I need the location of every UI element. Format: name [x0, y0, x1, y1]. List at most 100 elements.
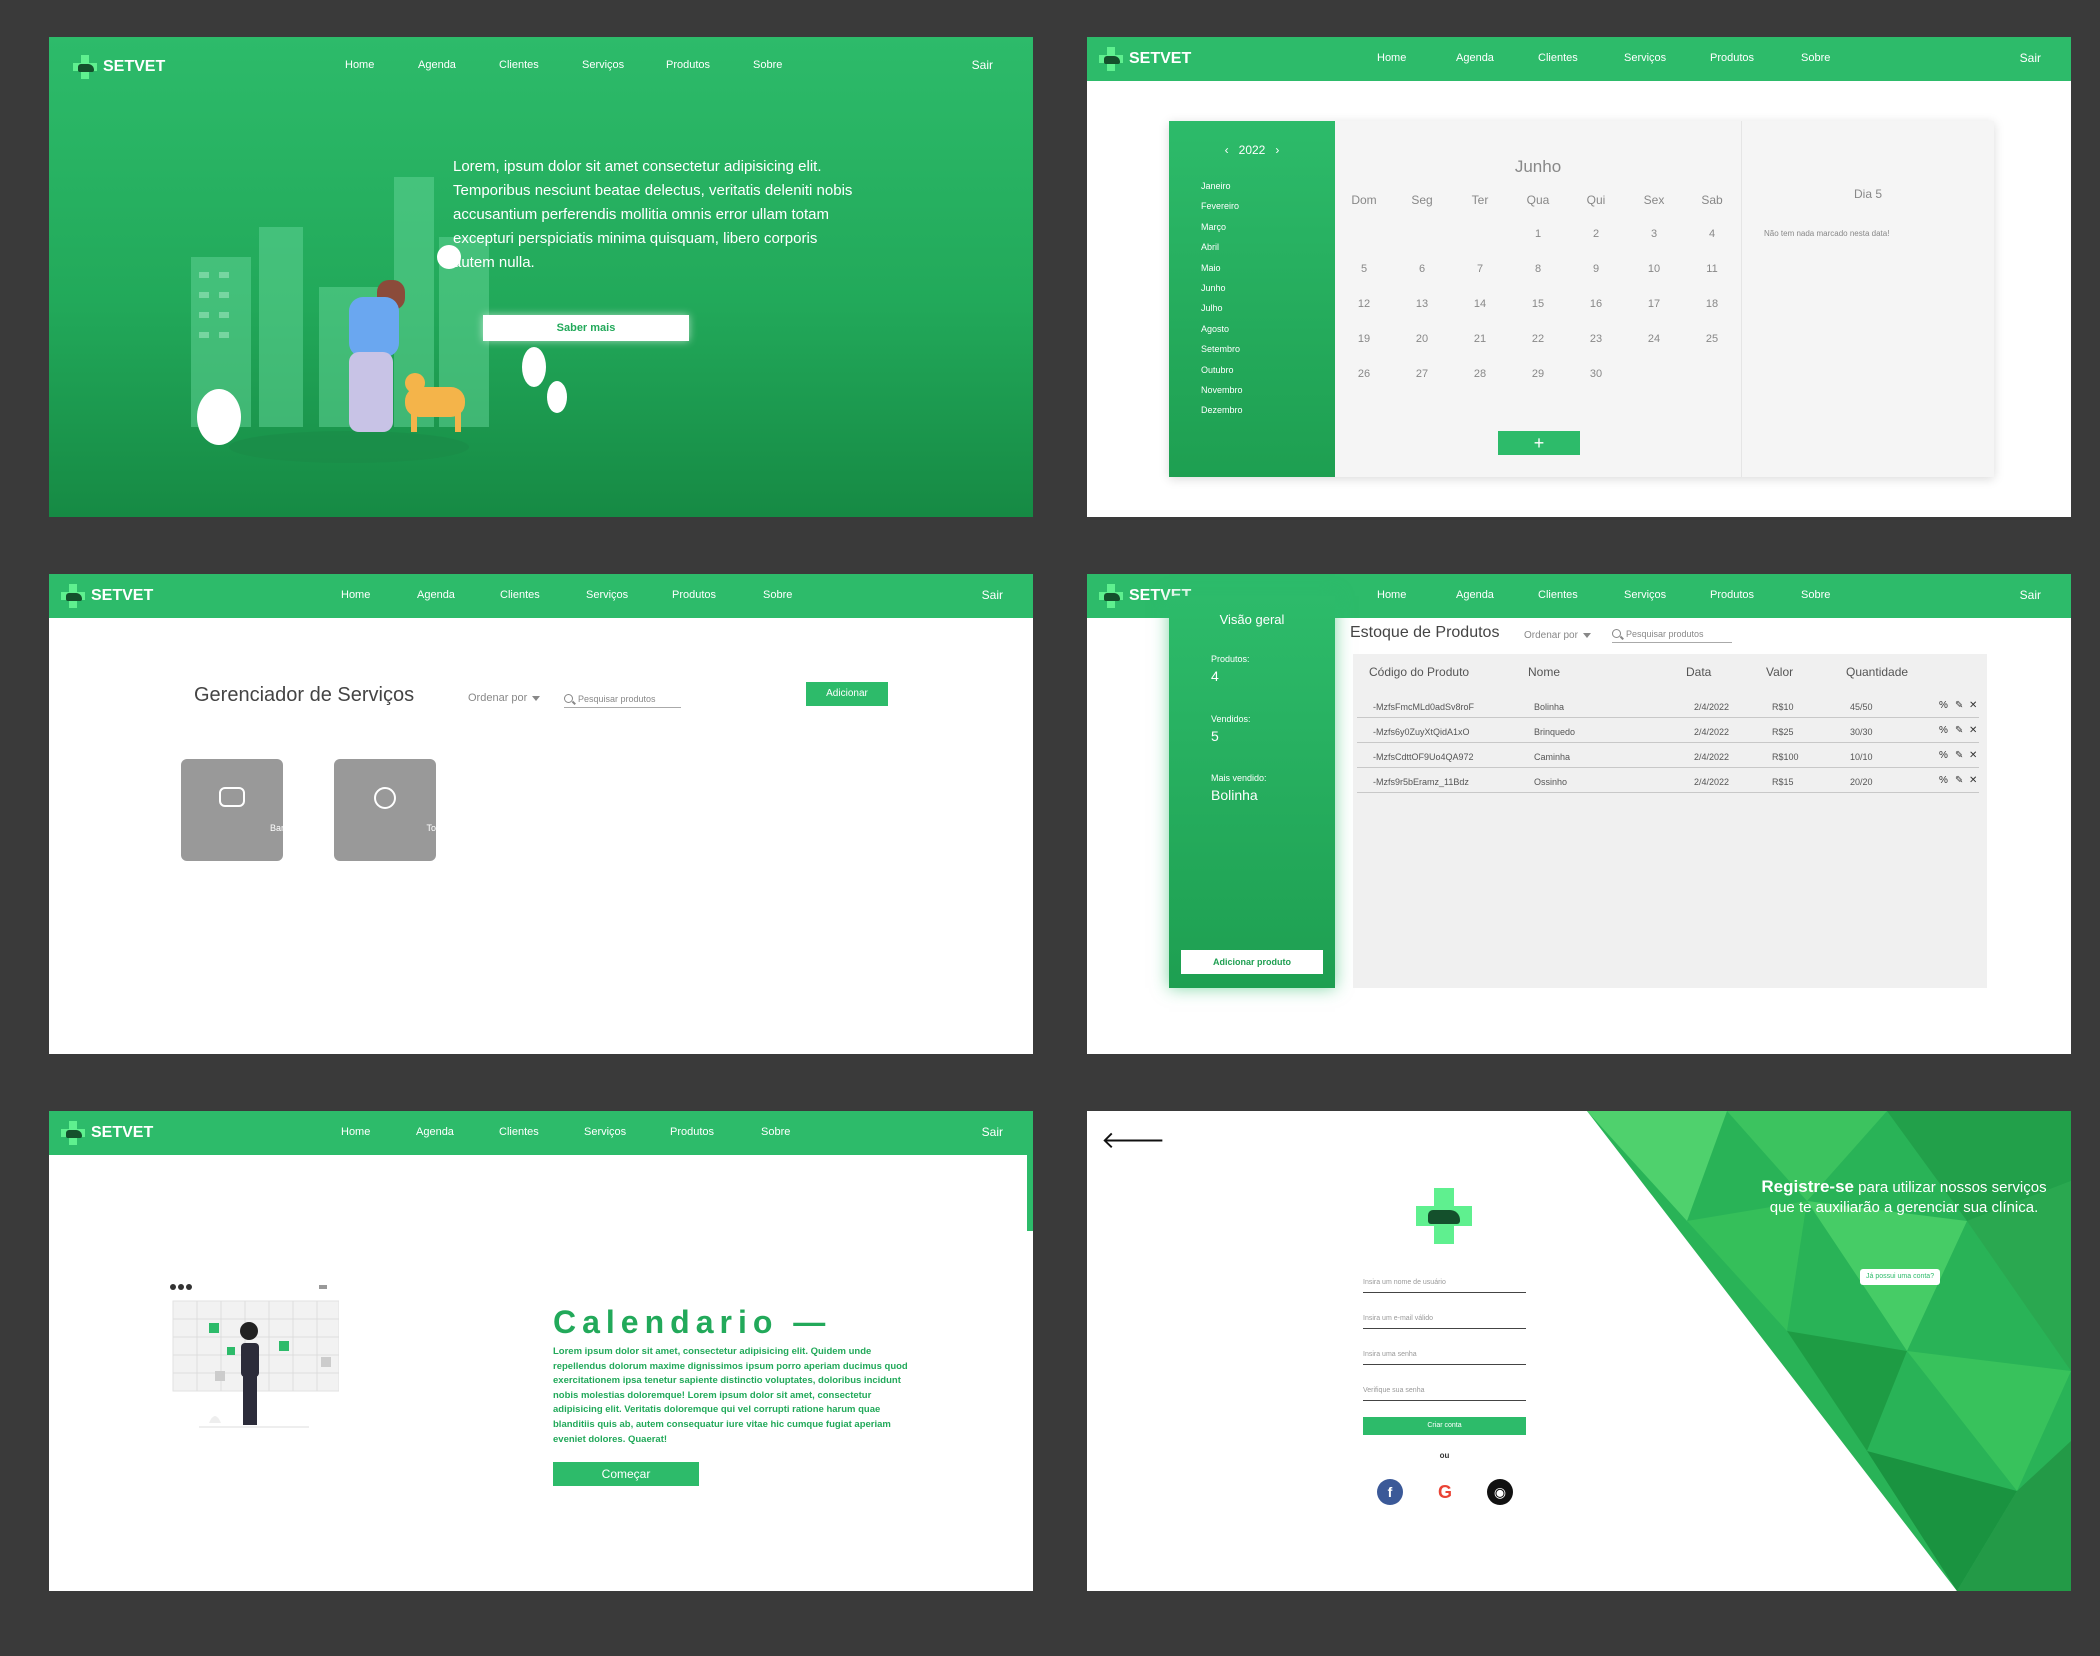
delete-icon[interactable]: ✕	[1969, 750, 1977, 761]
password-field[interactable]: Insira uma senha	[1363, 1351, 1526, 1365]
email-field[interactable]: Insira um e-mail válido	[1363, 1315, 1526, 1329]
calendar-day[interactable]: 16	[1567, 298, 1625, 333]
calendar-day[interactable]: 11	[1683, 263, 1741, 298]
logout-link[interactable]: Sair	[982, 588, 1003, 602]
add-event-button[interactable]: +	[1498, 431, 1580, 455]
nav-servicos[interactable]: Serviços	[582, 59, 624, 71]
calendar-day[interactable]: 6	[1393, 263, 1451, 298]
month-item[interactable]: Abril	[1201, 242, 1243, 262]
nav-home[interactable]: Home	[345, 59, 374, 71]
month-item[interactable]: Julho	[1201, 303, 1243, 323]
month-item[interactable]: Março	[1201, 222, 1243, 242]
confirm-password-field[interactable]: Verifique sua senha	[1363, 1387, 1526, 1401]
calendar-day[interactable]: 24	[1625, 333, 1683, 368]
nav-servicos[interactable]: Serviços	[584, 1126, 626, 1138]
calendar-day[interactable]: 12	[1335, 298, 1393, 333]
calendar-day[interactable]: 26	[1335, 368, 1393, 403]
sort-dropdown[interactable]: Ordenar por	[468, 692, 540, 704]
back-arrow-icon[interactable]: 🡐	[1101, 1125, 1165, 1155]
add-service-button[interactable]: Adicionar	[806, 682, 888, 706]
nav-clientes[interactable]: Clientes	[1538, 52, 1578, 64]
nav-home[interactable]: Home	[341, 589, 370, 601]
facebook-icon[interactable]: f	[1377, 1479, 1403, 1505]
calendar-day[interactable]: 29	[1509, 368, 1567, 403]
edit-icon[interactable]: ✎	[1955, 700, 1963, 711]
calendar-day[interactable]: 28	[1451, 368, 1509, 403]
prev-year-icon[interactable]: ‹	[1225, 143, 1229, 157]
edit-icon[interactable]: ✎	[1955, 750, 1963, 761]
nav-clientes[interactable]: Clientes	[499, 59, 539, 71]
service-card-tosa[interactable]: Tosa	[334, 759, 446, 861]
nav-home[interactable]: Home	[1377, 52, 1406, 64]
sell-icon[interactable]: %	[1939, 725, 1948, 736]
nav-agenda[interactable]: Agenda	[1456, 52, 1494, 64]
delete-icon[interactable]: ✕	[1969, 775, 1977, 786]
edit-icon[interactable]: ✎	[1955, 775, 1963, 786]
google-icon[interactable]: G	[1432, 1479, 1458, 1505]
logout-link[interactable]: Sair	[982, 1125, 1003, 1139]
nav-produtos[interactable]: Produtos	[666, 59, 710, 71]
delete-icon[interactable]: ✕	[1969, 725, 1977, 736]
nav-sobre[interactable]: Sobre	[1801, 52, 1830, 64]
search-input[interactable]: Pesquisar produtos	[1612, 627, 1732, 643]
sell-icon[interactable]: %	[1939, 750, 1948, 761]
nav-sobre[interactable]: Sobre	[763, 589, 792, 601]
calendar-day[interactable]: 22	[1509, 333, 1567, 368]
table-row[interactable]: -Mzfs6y0ZuyXtQidA1xO Brinquedo 2/4/2022 …	[1357, 719, 1979, 743]
saber-mais-button[interactable]: Saber mais	[483, 315, 689, 341]
nav-produtos[interactable]: Produtos	[672, 589, 716, 601]
logout-link[interactable]: Sair	[972, 58, 993, 72]
delete-icon[interactable]: ✕	[1969, 700, 1977, 711]
month-item[interactable]: Maio	[1201, 263, 1243, 283]
calendar-day[interactable]: 2	[1567, 228, 1625, 263]
calendar-day[interactable]: 21	[1451, 333, 1509, 368]
calendar-day[interactable]: 30	[1567, 368, 1625, 403]
nav-produtos[interactable]: Produtos	[670, 1126, 714, 1138]
month-item[interactable]: Janeiro	[1201, 181, 1243, 201]
calendar-day[interactable]: 1	[1509, 228, 1567, 263]
calendar-day[interactable]: 25	[1683, 333, 1741, 368]
nav-agenda[interactable]: Agenda	[416, 1126, 454, 1138]
service-card-banho[interactable]: Banho	[181, 759, 296, 861]
calendar-day[interactable]: 19	[1335, 333, 1393, 368]
username-field[interactable]: Insira um nome de usuário	[1363, 1279, 1526, 1293]
calendar-day[interactable]: 8	[1509, 263, 1567, 298]
nav-sobre[interactable]: Sobre	[753, 59, 782, 71]
month-item[interactable]: Dezembro	[1201, 405, 1243, 425]
calendar-day[interactable]: 13	[1393, 298, 1451, 333]
calendar-day[interactable]: 7	[1451, 263, 1509, 298]
comecar-button[interactable]: Começar	[553, 1462, 699, 1486]
nav-home[interactable]: Home	[341, 1126, 370, 1138]
calendar-day[interactable]: 18	[1683, 298, 1741, 333]
nav-clientes[interactable]: Clientes	[499, 1126, 539, 1138]
nav-servicos[interactable]: Serviços	[1624, 589, 1666, 601]
month-item[interactable]: Junho	[1201, 283, 1243, 303]
nav-home[interactable]: Home	[1377, 589, 1406, 601]
calendar-day[interactable]: 9	[1567, 263, 1625, 298]
calendar-day[interactable]: 20	[1393, 333, 1451, 368]
nav-sobre[interactable]: Sobre	[1801, 589, 1830, 601]
calendar-day[interactable]: 15	[1509, 298, 1567, 333]
month-item[interactable]: Fevereiro	[1201, 201, 1243, 221]
nav-produtos[interactable]: Produtos	[1710, 589, 1754, 601]
edit-icon[interactable]: ✎	[1955, 725, 1963, 736]
github-icon[interactable]: ◉	[1487, 1479, 1513, 1505]
next-year-icon[interactable]: ›	[1275, 143, 1279, 157]
logout-link[interactable]: Sair	[2020, 51, 2041, 65]
table-row[interactable]: -MzfsFmcMLd0adSv8roF Bolinha 2/4/2022 R$…	[1357, 694, 1979, 718]
calendar-day[interactable]: 23	[1567, 333, 1625, 368]
table-row[interactable]: -MzfsCdttOF9Uo4QA972 Caminha 2/4/2022 R$…	[1357, 744, 1979, 768]
nav-clientes[interactable]: Clientes	[500, 589, 540, 601]
calendar-day[interactable]: 27	[1393, 368, 1451, 403]
nav-agenda[interactable]: Agenda	[1456, 589, 1494, 601]
create-account-button[interactable]: Criar conta	[1363, 1417, 1526, 1435]
sell-icon[interactable]: %	[1939, 775, 1948, 786]
nav-agenda[interactable]: Agenda	[418, 59, 456, 71]
nav-servicos[interactable]: Serviços	[586, 589, 628, 601]
month-item[interactable]: Agosto	[1201, 324, 1243, 344]
scrollbar[interactable]	[1027, 1155, 1033, 1231]
table-row[interactable]: -Mzfs9r5bEramz_11Bdz Ossinho 2/4/2022 R$…	[1357, 769, 1979, 793]
logout-link[interactable]: Sair	[2020, 588, 2041, 602]
calendar-day[interactable]: 14	[1451, 298, 1509, 333]
month-item[interactable]: Outubro	[1201, 365, 1243, 385]
